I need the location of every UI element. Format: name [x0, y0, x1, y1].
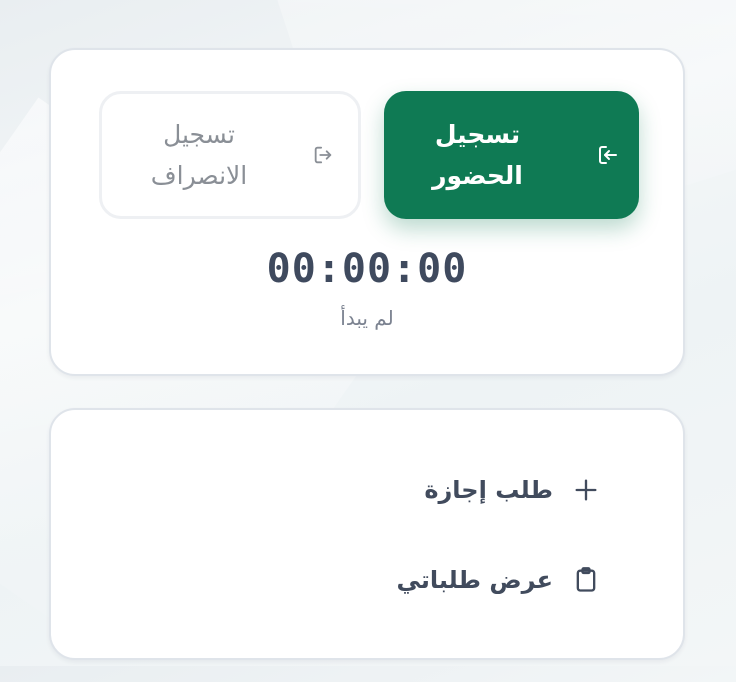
check-out-button[interactable]: تسجيل الانصراف	[99, 91, 361, 219]
check-in-label: تسجيل الحضور	[432, 120, 523, 190]
actions-card: طلب إجازة عرض طلباتي	[49, 408, 685, 660]
plus-icon	[571, 475, 601, 505]
logout-icon	[310, 142, 336, 168]
leave-request-link[interactable]: طلب إجازة	[424, 470, 601, 510]
clipboard-icon	[571, 565, 601, 595]
timer-status: لم يبدأ	[340, 306, 394, 330]
work-timer: 00:00:00	[266, 246, 468, 292]
check-out-label: تسجيل الانصراف	[150, 120, 248, 190]
my-requests-link[interactable]: عرض طلباتي	[397, 560, 601, 600]
login-icon	[595, 142, 621, 168]
attendance-card: تسجيل الحضور تسجيل الانصراف 00:00:00 لم …	[49, 48, 685, 376]
my-requests-label: عرض طلباتي	[396, 566, 553, 594]
check-in-button[interactable]: تسجيل الحضور	[384, 91, 639, 219]
leave-request-label: طلب إجازة	[424, 476, 553, 504]
